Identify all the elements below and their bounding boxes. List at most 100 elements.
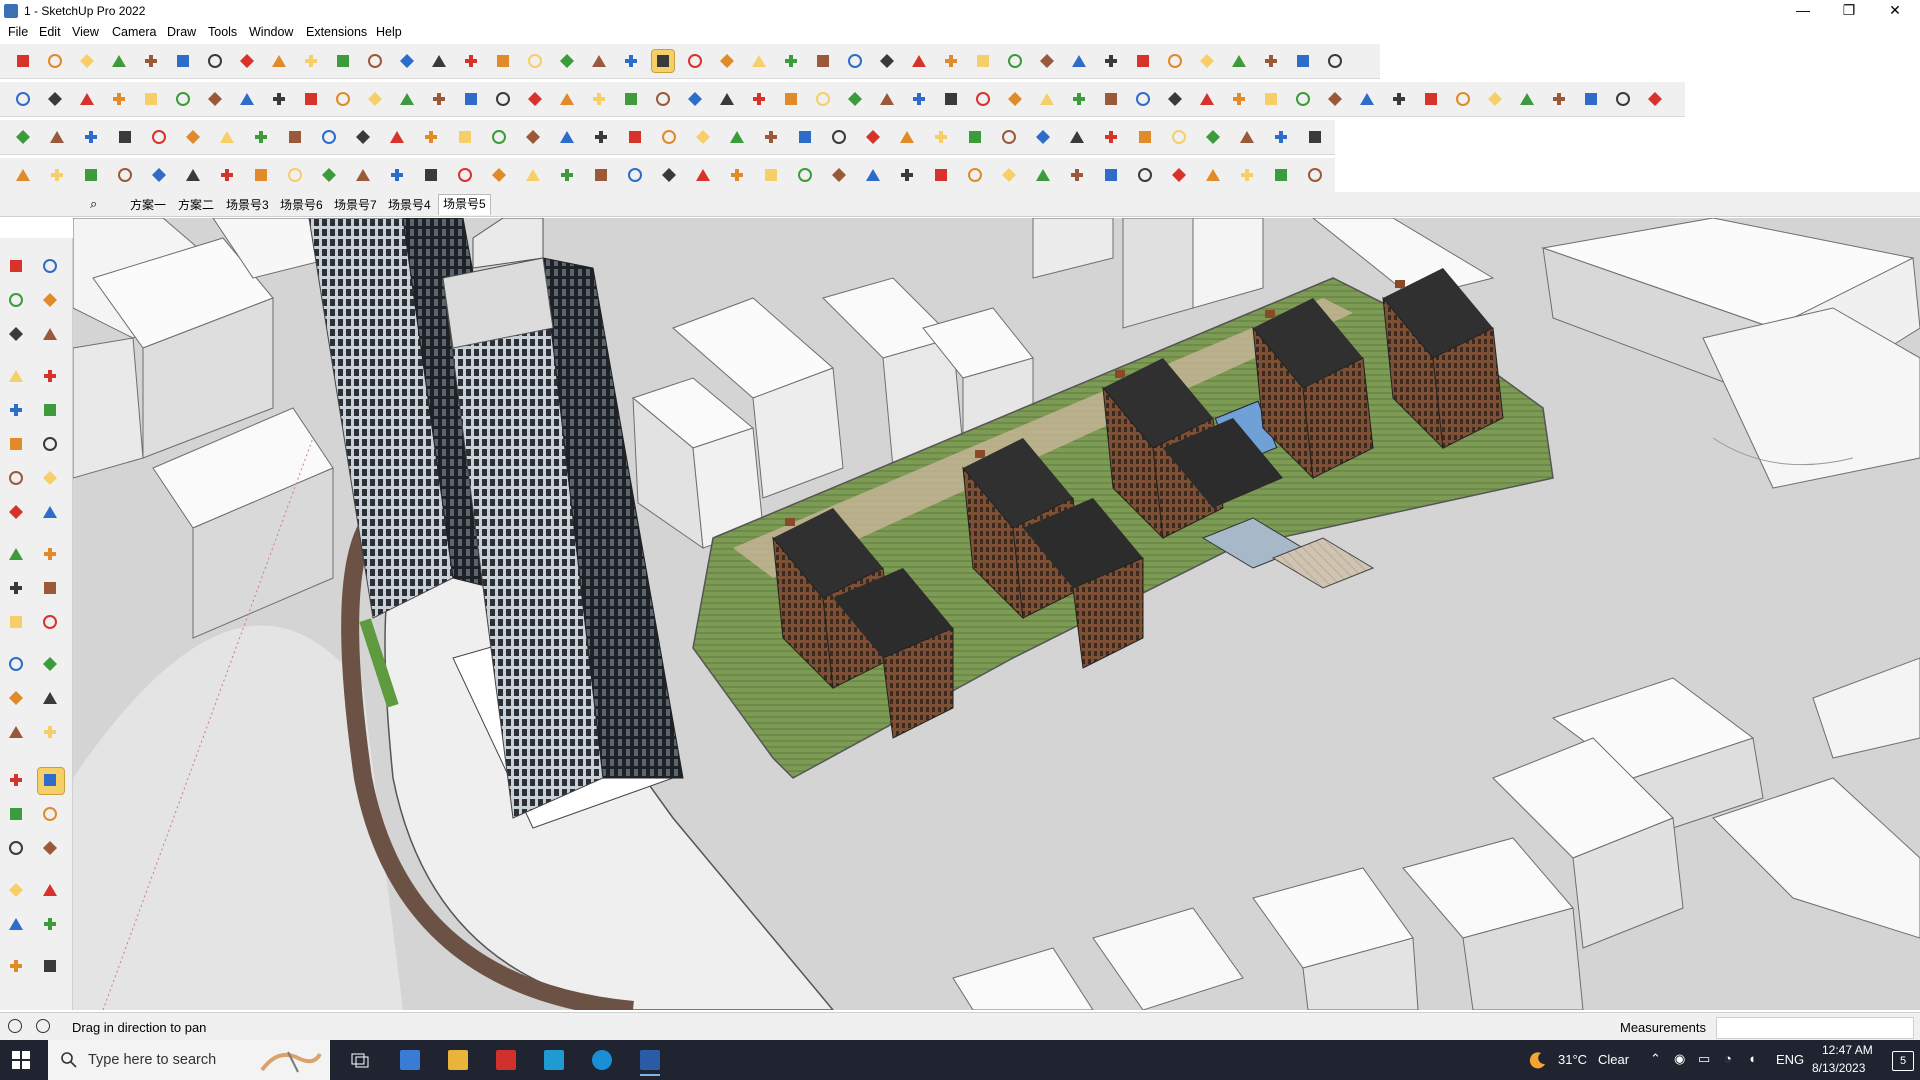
toolbar-tool-button[interactable] [1004,88,1026,110]
scene-search-icon[interactable]: ⌕ [90,196,97,212]
toolbar-tool-button[interactable] [624,164,646,186]
toolbar-tool-button[interactable] [332,88,354,110]
toolbar-tool-button[interactable] [964,126,986,148]
toolbar-tool-button[interactable] [620,88,642,110]
volume-icon[interactable]: ◖ [1748,1051,1756,1066]
show-hidden-icons-chevron-icon[interactable]: ⌃ [1650,1051,1661,1067]
toolbar-tool-button[interactable] [46,126,68,148]
palette-tool-button[interactable] [38,432,64,458]
toolbar-tool-button[interactable] [828,126,850,148]
toolbar-tool-button[interactable] [1388,88,1410,110]
toolbar-tool-button[interactable] [1168,126,1190,148]
toolbar-tool-button[interactable] [1202,126,1224,148]
toolbar-tool-button[interactable] [684,88,706,110]
toolbar-tool-button[interactable] [1202,164,1224,186]
toolbar-tool-button[interactable] [1100,88,1122,110]
menu-camera[interactable]: Camera [112,25,156,39]
palette-tool-button[interactable] [38,500,64,526]
toolbar-tool-button[interactable] [1612,88,1634,110]
toolbar-tool-button[interactable] [114,126,136,148]
toolbar-tool-button[interactable] [76,88,98,110]
toolbar-tool-button[interactable] [80,126,102,148]
toolbar-tool-button[interactable] [492,88,514,110]
toolbar-tool-button[interactable] [908,50,930,72]
clock-time[interactable]: 12:47 AM [1822,1043,1873,1057]
taskbar-search-box[interactable]: Type here to search [48,1040,330,1080]
toolbar-tool-button[interactable] [716,88,738,110]
toolbar-tool-button[interactable] [1324,50,1346,72]
measurements-input[interactable] [1716,1017,1914,1039]
toolbar-tool-button[interactable] [876,88,898,110]
toolbar-tool-button[interactable] [624,126,646,148]
toolbar-tool-button[interactable] [522,126,544,148]
palette-tool-button[interactable] [38,254,64,280]
toolbar-tool-button[interactable] [454,164,476,186]
palette-tool-button[interactable] [4,542,30,568]
windows-start-icon[interactable] [12,1051,30,1069]
palette-tool-button[interactable] [4,466,30,492]
palette-tool-button[interactable] [4,912,30,938]
toolbar-tool-button[interactable] [1164,88,1186,110]
toolbar-tool-button[interactable] [268,88,290,110]
geo-location-icon[interactable] [8,1019,22,1033]
palette-tool-button[interactable] [38,288,64,314]
palette-tool-button[interactable] [38,912,64,938]
maximize-button[interactable]: ❐ [1826,0,1872,22]
toolbar-tool-button[interactable] [44,88,66,110]
toolbar-tool-button[interactable] [1452,88,1474,110]
toolbar-tool-button[interactable] [844,88,866,110]
toolbar-tool-button[interactable] [1134,164,1156,186]
toolbar-tool-button[interactable] [396,88,418,110]
scene-tab-4[interactable]: 场景号6 [276,196,327,213]
menu-help[interactable]: Help [376,25,402,39]
palette-tool-button[interactable] [38,364,64,390]
toolbar-tool-button[interactable] [930,126,952,148]
toolbar-tool-button[interactable] [1644,88,1666,110]
toolbar-tool-button[interactable] [1304,126,1326,148]
toolbar-tool-button[interactable] [12,164,34,186]
weather-moon-icon[interactable] [1528,1050,1548,1070]
palette-tool-button[interactable] [4,432,30,458]
toolbar-tool-button[interactable] [748,50,770,72]
toolbar-tool-button[interactable] [1164,50,1186,72]
toolbar-tool-button[interactable] [44,50,66,72]
toolbar-tool-button[interactable] [204,88,226,110]
taskbar-calculator[interactable] [390,1044,430,1076]
palette-tool-button[interactable] [38,466,64,492]
toolbar-tool-button[interactable] [1292,88,1314,110]
palette-tool-button[interactable] [4,254,30,280]
menu-view[interactable]: View [72,25,99,39]
scene-tab-5[interactable]: 场景号7 [330,196,381,213]
toolbar-tool-button[interactable] [182,126,204,148]
wifi-icon[interactable]: ◔ [1724,1051,1732,1066]
toolbar-tool-button[interactable] [1270,164,1292,186]
toolbar-tool-button[interactable] [972,50,994,72]
toolbar-tool-button[interactable] [1236,126,1258,148]
palette-tool-button[interactable] [4,576,30,602]
toolbar-tool-button[interactable] [420,126,442,148]
toolbar-tool-button[interactable] [268,50,290,72]
scene-tab-7-active[interactable]: 场景号5 [438,194,491,215]
toolbar-tool-button[interactable] [140,50,162,72]
toolbar-tool-button[interactable] [148,164,170,186]
toolbar-tool-button[interactable] [844,50,866,72]
toolbar-tool-button[interactable] [318,164,340,186]
toolbar-tool-button[interactable] [1168,164,1190,186]
toolbar-tool-button[interactable] [1228,88,1250,110]
toolbar-tool-button[interactable] [590,164,612,186]
toolbar-tool-button[interactable] [1196,88,1218,110]
toolbar-tool-button[interactable] [1066,164,1088,186]
toolbar-tool-button[interactable] [556,88,578,110]
taskbar-file-explorer[interactable] [438,1044,478,1076]
toolbar-tool-button[interactable] [1516,88,1538,110]
toolbar-tool-button[interactable] [556,164,578,186]
toolbar-tool-button[interactable] [236,88,258,110]
toolbar-tool-button[interactable] [1228,50,1250,72]
toolbar-tool-button[interactable] [1484,88,1506,110]
palette-tool-button[interactable] [38,322,64,348]
toolbar-tool-button[interactable] [140,88,162,110]
toolbar-tool-button[interactable] [524,50,546,72]
toolbar-tool-button[interactable] [684,50,706,72]
toolbar-tool-button[interactable] [460,50,482,72]
toolbar-tool-button[interactable] [108,88,130,110]
